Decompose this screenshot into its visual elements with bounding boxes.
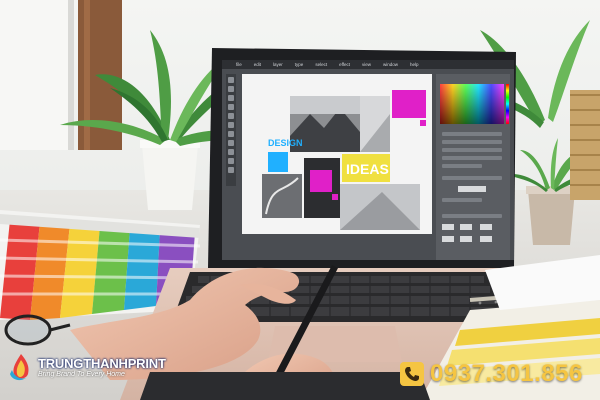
app-menubar: file edit layer type select effect view …	[222, 60, 514, 69]
value-field[interactable]	[460, 224, 472, 230]
value-field[interactable]	[480, 224, 492, 230]
panel-row	[442, 132, 502, 136]
panel-row	[442, 214, 502, 218]
panel-row	[442, 176, 502, 180]
contact-phone[interactable]: 0937.301.856	[400, 360, 583, 388]
tool-palette	[226, 74, 236, 186]
menu-item[interactable]: edit	[254, 62, 261, 67]
color-picker[interactable]	[440, 84, 504, 124]
design-word: DESIGN	[268, 138, 303, 148]
phone-icon	[400, 362, 424, 386]
value-field[interactable]	[460, 236, 472, 242]
menu-item[interactable]: type	[295, 62, 304, 67]
value-field[interactable]	[480, 236, 492, 242]
hand-tool-icon[interactable]	[228, 158, 234, 164]
value-field[interactable]	[458, 186, 486, 192]
menu-item[interactable]: view	[362, 62, 371, 67]
panel-row	[442, 198, 482, 202]
brand-tagline: Bring Brand To Every Home	[38, 371, 125, 378]
brand-flame-icon	[10, 354, 29, 381]
zoom-tool-icon[interactable]	[228, 167, 234, 173]
select-tool-icon[interactable]	[228, 86, 234, 92]
ideas-word: IDEAS	[346, 161, 389, 177]
menu-item[interactable]: help	[410, 62, 419, 67]
value-field[interactable]	[442, 224, 454, 230]
menu-item[interactable]: select	[315, 62, 327, 67]
lasso-tool-icon[interactable]	[228, 95, 234, 101]
properties-panel	[436, 74, 510, 260]
menu-item[interactable]: file	[236, 62, 242, 67]
artboard-canvas[interactable]: DESIGN IDEAS	[242, 74, 432, 234]
brand-name: TRUNGTHANHPRINT	[38, 356, 166, 371]
hue-slider[interactable]	[506, 84, 509, 124]
value-field[interactable]	[442, 236, 454, 242]
menu-item[interactable]: effect	[339, 62, 350, 67]
text-tool-icon[interactable]	[228, 131, 234, 137]
menu-item[interactable]: window	[383, 62, 398, 67]
brand-logo: TRUNGTHANHPRINT Bring Brand To Every Hom…	[8, 352, 166, 382]
panel-row	[442, 148, 502, 152]
brush-tool-icon[interactable]	[228, 113, 234, 119]
photo-scene: file edit layer type select effect view …	[0, 0, 600, 400]
crop-tool-icon[interactable]	[228, 104, 234, 110]
collage-artwork: DESIGN IDEAS	[262, 90, 426, 230]
design-app-screen: file edit layer type select effect view …	[222, 60, 514, 260]
pen-tool-icon[interactable]	[228, 140, 234, 146]
eraser-tool-icon[interactable]	[228, 122, 234, 128]
phone-number[interactable]: 0937.301.856	[430, 360, 583, 388]
shape-tool-icon[interactable]	[228, 149, 234, 155]
panel-row	[442, 164, 482, 168]
menu-item[interactable]: layer	[273, 62, 283, 67]
panel-row	[442, 156, 502, 160]
panel-row	[442, 140, 502, 144]
move-tool-icon[interactable]	[228, 77, 234, 83]
